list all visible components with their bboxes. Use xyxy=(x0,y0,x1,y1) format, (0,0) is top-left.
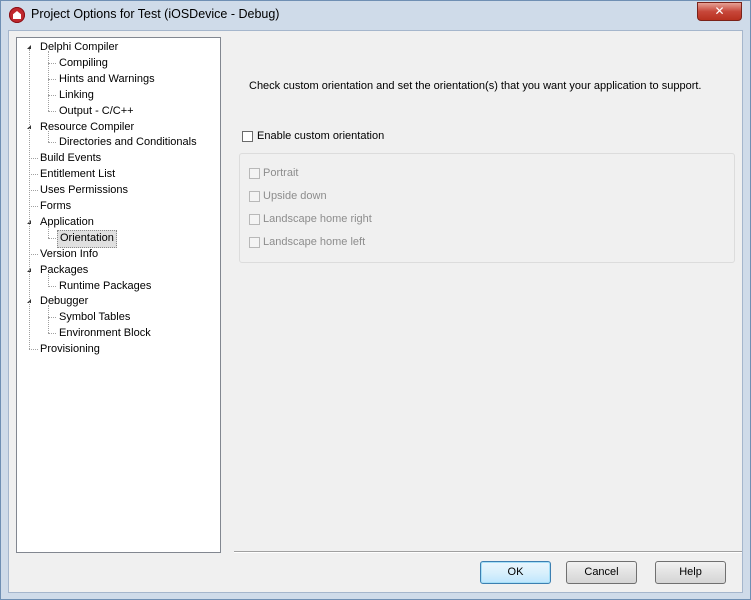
tree-item[interactable]: Build Events xyxy=(38,150,103,166)
tree-item[interactable]: Symbol Tables xyxy=(57,309,132,325)
tree-connector-line xyxy=(29,253,38,255)
tree-connector-line xyxy=(48,142,56,144)
tree-item[interactable]: Provisioning xyxy=(38,341,102,357)
tree-item[interactable]: Application xyxy=(38,214,96,230)
ok-button[interactable]: OK xyxy=(480,561,551,584)
tree-item[interactable]: Entitlement List xyxy=(38,166,117,182)
project-options-dialog: Project Options for Test (iOSDevice - De… xyxy=(0,0,751,600)
tree-connector-line xyxy=(29,349,38,351)
tree-connector-line xyxy=(29,174,38,176)
orientation-option-checkbox[interactable] xyxy=(249,214,260,225)
tree-connector-line xyxy=(48,78,56,80)
enable-custom-orientation-checkbox[interactable] xyxy=(242,131,253,142)
tree-item[interactable]: Linking xyxy=(57,87,96,103)
tree-item[interactable]: Directories and Conditionals xyxy=(57,134,199,150)
tree-item[interactable]: Environment Block xyxy=(57,325,153,341)
tree-connector-line xyxy=(48,333,56,335)
tree-item[interactable]: Resource Compiler xyxy=(38,119,136,135)
orientation-option-checkbox[interactable] xyxy=(249,168,260,179)
tree-child-guide-line xyxy=(48,51,49,111)
orientation-option-label[interactable]: Landscape home right xyxy=(263,213,372,225)
orientation-option-label[interactable]: Landscape home left xyxy=(263,236,365,248)
tree-item[interactable]: Output - C/C++ xyxy=(57,103,136,119)
close-button[interactable]: ✕ xyxy=(697,2,742,21)
tree-connector-line xyxy=(48,317,56,319)
tree-connector-line xyxy=(48,285,56,287)
tree-item[interactable]: Debugger xyxy=(38,293,90,309)
tree-connector-line xyxy=(29,158,38,160)
cancel-button[interactable]: Cancel xyxy=(566,561,637,584)
window-title: Project Options for Test (iOSDevice - De… xyxy=(31,7,280,21)
orientation-option-label[interactable]: Upside down xyxy=(263,190,327,202)
orientation-option-label[interactable]: Portrait xyxy=(263,167,298,179)
tree-child-guide-line xyxy=(48,273,49,286)
button-separator xyxy=(234,551,742,553)
tree-root-guide-line xyxy=(29,49,30,350)
tree-child-guide-line xyxy=(48,225,49,238)
tree-child-guide-line xyxy=(48,130,49,143)
tree-item[interactable]: Forms xyxy=(38,198,73,214)
tree-item[interactable]: Runtime Packages xyxy=(57,278,153,294)
delphi-app-icon xyxy=(9,7,25,23)
tree-connector-line xyxy=(48,94,56,96)
title-bar: Project Options for Test (iOSDevice - De… xyxy=(1,1,750,29)
dialog-client-area: Delphi Compiler Compiling Hints and Warnin… xyxy=(8,30,743,593)
tree-child-guide-line xyxy=(48,305,49,334)
tree-connector-line xyxy=(48,110,56,112)
options-tree: Delphi Compiler Compiling Hints and Warnin… xyxy=(16,37,221,553)
tree-connector-line xyxy=(29,206,38,207)
tree-item[interactable]: Hints and Warnings xyxy=(57,71,157,87)
tree-connector-line xyxy=(29,190,38,192)
enable-custom-orientation-label[interactable]: Enable custom orientation xyxy=(257,130,384,142)
tree-connector-line xyxy=(48,237,56,239)
tree-connector-line xyxy=(48,62,56,64)
orientation-description: Check custom orientation and set the ori… xyxy=(249,80,702,92)
tree-item[interactable]: Packages xyxy=(38,262,90,278)
tree-item[interactable]: Delphi Compiler xyxy=(38,39,120,55)
orientation-option-checkbox[interactable] xyxy=(249,237,260,248)
orientation-option-checkbox[interactable] xyxy=(249,191,260,202)
help-button[interactable]: Help xyxy=(655,561,726,584)
tree-item[interactable]: Version Info xyxy=(38,246,100,262)
tree-item[interactable]: Compiling xyxy=(57,55,110,71)
tree-item[interactable]: Uses Permissions xyxy=(38,182,130,198)
